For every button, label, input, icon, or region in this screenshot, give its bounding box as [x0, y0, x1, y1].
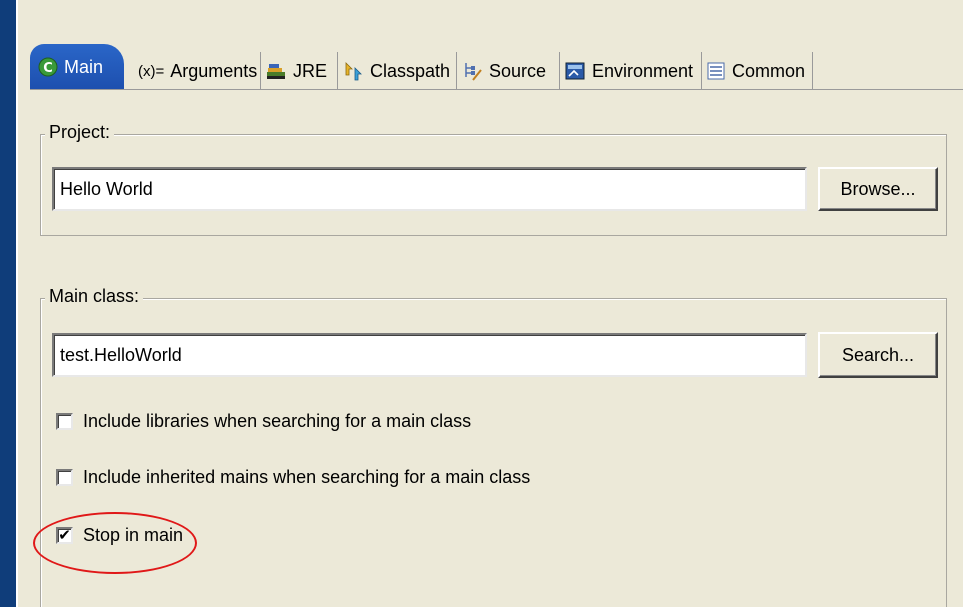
include-libraries-label: Include libraries when searching for a m…	[83, 411, 472, 431]
tab-source-label: Source	[489, 60, 547, 81]
stop-in-main-checkbox[interactable]: ✔	[56, 527, 73, 544]
library-books-icon	[265, 60, 287, 82]
tab-bar: C Main (x)= Arguments JRE Classpath Sour…	[30, 44, 963, 90]
tab-common-label: Common	[732, 60, 806, 81]
environment-icon	[564, 60, 586, 82]
include-inherited-label: Include inherited mains when searching f…	[83, 467, 531, 487]
browse-button[interactable]: Browse...	[818, 167, 938, 211]
classpath-arrows-icon	[342, 60, 364, 82]
tab-jre-label: JRE	[293, 60, 328, 81]
tab-jre[interactable]: JRE	[261, 52, 338, 90]
tab-source[interactable]: Source	[457, 52, 560, 90]
include-libraries-checkbox[interactable]	[56, 413, 73, 430]
stop-in-main-label: Stop in main	[83, 525, 184, 545]
tab-divider	[30, 89, 963, 90]
include-inherited-checkbox[interactable]	[56, 469, 73, 486]
tab-environment[interactable]: Environment	[560, 52, 702, 90]
java-class-icon: C	[38, 57, 58, 77]
tab-classpath[interactable]: Classpath	[338, 52, 457, 90]
main-class-label: Main class:	[45, 286, 144, 307]
tab-arguments[interactable]: (x)= Arguments	[134, 52, 261, 90]
include-libraries-option[interactable]: Include libraries when searching for a m…	[56, 411, 471, 432]
common-list-icon	[706, 61, 726, 81]
project-label: Project:	[45, 122, 115, 143]
variable-x-icon: (x)=	[138, 62, 165, 80]
include-inherited-option[interactable]: Include inherited mains when searching f…	[56, 467, 530, 488]
source-tree-icon	[461, 60, 483, 82]
project-field[interactable]: Hello World	[52, 167, 807, 211]
stop-in-main-option[interactable]: ✔ Stop in main	[56, 525, 183, 546]
main-class-field[interactable]: test.HelloWorld	[52, 333, 807, 377]
tab-arguments-label: Arguments	[170, 60, 258, 81]
window-top-edge	[16, 0, 963, 16]
tab-common[interactable]: Common	[702, 52, 813, 90]
tab-main[interactable]: C Main	[30, 44, 124, 90]
tab-environment-label: Environment	[592, 60, 694, 81]
search-button[interactable]: Search...	[818, 332, 938, 378]
svg-text:C: C	[43, 61, 53, 76]
tab-main-label: Main	[64, 56, 104, 77]
tab-classpath-label: Classpath	[370, 60, 451, 81]
